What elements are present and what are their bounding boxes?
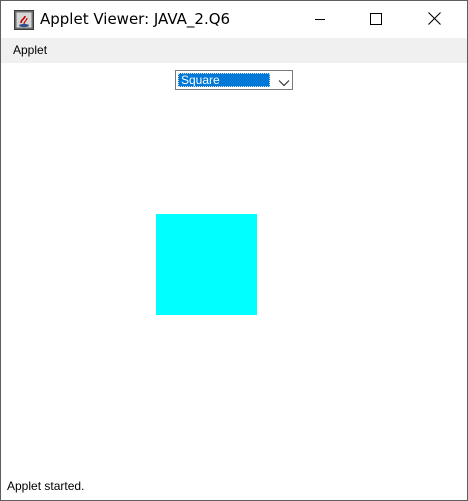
status-bar: Applet started. (1, 475, 467, 500)
title-bar[interactable]: Applet Viewer: JAVA_2.Q6 (1, 1, 467, 38)
close-icon (427, 10, 441, 29)
menu-applet[interactable]: Applet (13, 43, 47, 58)
maximize-button[interactable] (353, 1, 399, 38)
drawn-square (156, 214, 257, 315)
applet-canvas: Square (1, 63, 467, 475)
status-text: Applet started. (7, 479, 85, 493)
chevron-down-icon[interactable] (277, 74, 291, 87)
java-applet-icon[interactable] (14, 10, 34, 30)
maximize-icon (370, 10, 382, 29)
close-button[interactable] (411, 1, 457, 38)
shape-choice-selected[interactable]: Square (178, 73, 270, 87)
window-title: Applet Viewer: JAVA_2.Q6 (40, 10, 231, 28)
minimize-button[interactable] (297, 1, 343, 38)
shape-choice-dropdown[interactable]: Square (175, 70, 293, 90)
menu-bar: Applet (1, 38, 467, 63)
minimize-icon (314, 10, 326, 29)
applet-viewer-window: Applet Viewer: JAVA_2.Q6 Applet Square A… (0, 0, 468, 501)
